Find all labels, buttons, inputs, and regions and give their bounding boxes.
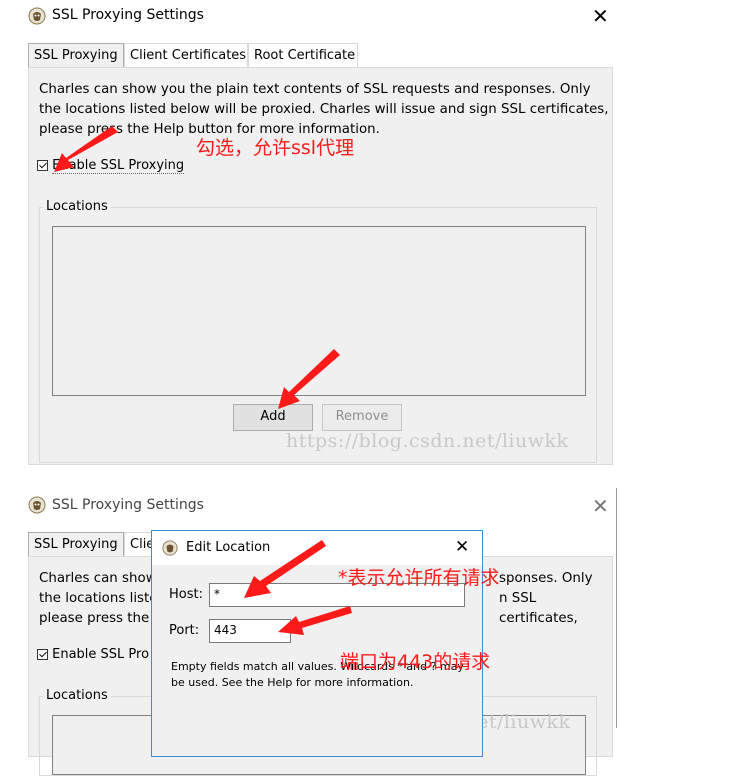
dialog-close-icon[interactable]: ✕ <box>455 537 469 557</box>
bottom-checkbox-check-icon[interactable] <box>37 649 48 660</box>
annotation-arrow-host <box>244 540 326 598</box>
dialog-help-line-2: be used. See the Help for more informati… <box>171 676 414 689</box>
description-line-2: the locations listed below will be proxi… <box>39 102 609 117</box>
top-watermark: https://blog.csdn.net/liuwkk <box>286 430 569 452</box>
top-window-title: SSL Proxying Settings <box>52 7 204 23</box>
bottom-desc-line-2-left: the locations liste <box>39 591 158 606</box>
bottom-window-icon <box>28 496 46 514</box>
locations-label: Locations <box>43 199 111 214</box>
description-line-1: Charles can show you the plain text cont… <box>39 82 591 97</box>
tab-ssl-proxying[interactable]: SSL Proxying <box>28 43 124 68</box>
bottom-desc-line-1-left: Charles can show <box>39 571 157 586</box>
bottom-window-edge <box>616 488 617 728</box>
bottom-enable-checkbox[interactable]: Enable SSL Pro <box>37 647 149 662</box>
bottom-enable-label: Enable SSL Pro <box>52 647 150 662</box>
host-label: Host: <box>169 587 203 602</box>
bottom-desc-line-1-right: sponses. Only <box>499 571 593 586</box>
annotation-port: 端口为443的请求 <box>340 651 491 673</box>
annotation-arrow-enable <box>54 126 118 172</box>
bottom-desc-right: sponses. Only n SSL certificates, <box>499 569 612 629</box>
annotation-enable-ssl: 勾选，允许ssl代理 <box>196 137 355 159</box>
tab-client-certificates[interactable]: Client Certificates <box>124 43 248 68</box>
top-tab-bar: SSL Proxying Client Certificates Root Ce… <box>28 43 358 68</box>
tab-root-certificate[interactable]: Root Certificate <box>248 43 358 68</box>
port-label: Port: <box>169 623 200 638</box>
annotation-host: *表示允许所有请求 <box>338 567 500 589</box>
bottom-close-icon[interactable]: ✕ <box>592 496 609 516</box>
bottom-desc-line-3-left: please press the <box>39 611 150 626</box>
annotation-arrow-port <box>278 606 352 635</box>
bottom-tab-bar: SSL Proxying Clie <box>28 532 154 557</box>
bottom-window-title: SSL Proxying Settings <box>52 497 204 513</box>
bottom-desc-left: Charles can show the locations liste ple… <box>39 569 158 629</box>
annotation-arrow-add <box>278 349 340 409</box>
bottom-locations-label: Locations <box>43 688 111 703</box>
top-window-icon <box>28 7 46 25</box>
bottom-tab-ssl-proxying[interactable]: SSL Proxying <box>28 532 124 557</box>
bottom-desc-line-2-right: n SSL certificates, <box>499 591 578 626</box>
top-close-icon[interactable]: ✕ <box>592 6 609 26</box>
dialog-app-icon <box>162 540 178 556</box>
bottom-tab-client-partial[interactable]: Clie <box>124 532 154 557</box>
